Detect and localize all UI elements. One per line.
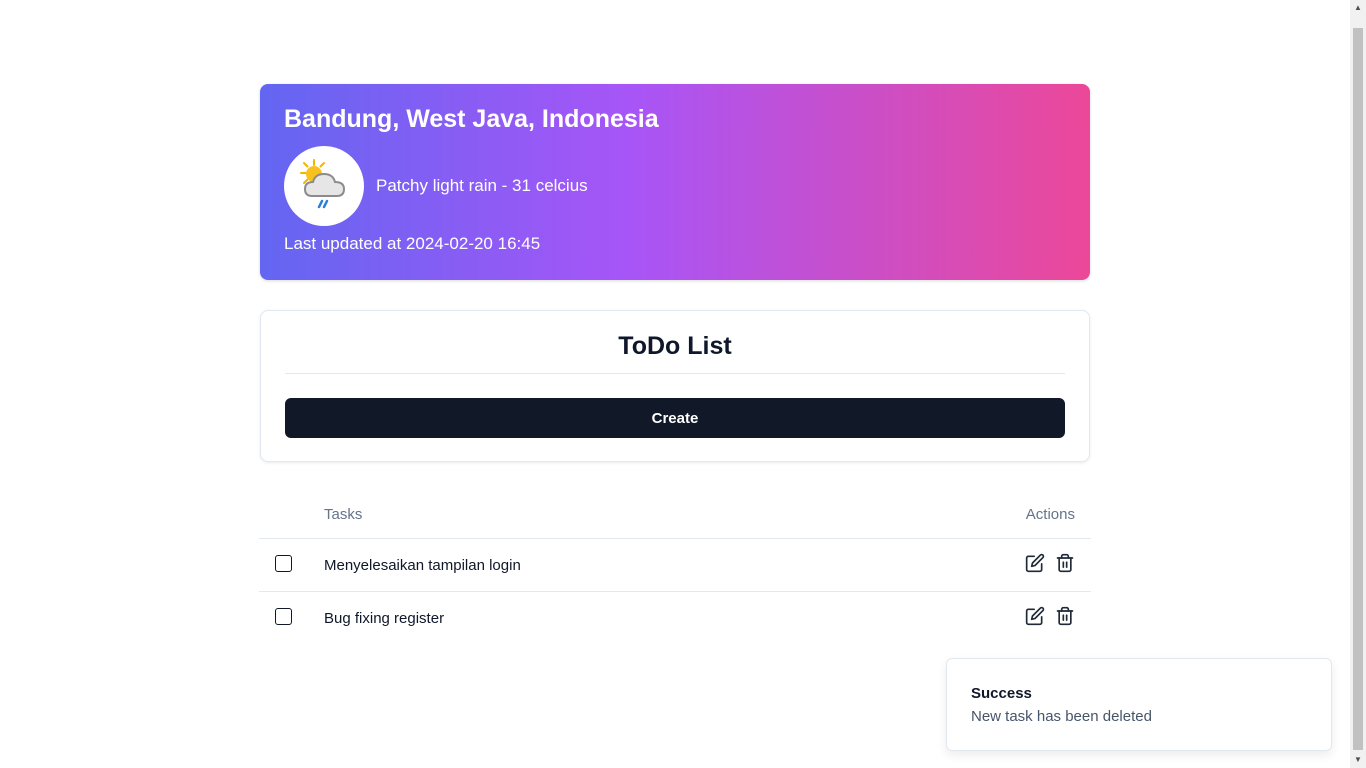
weather-row: Patchy light rain - 31 celcius bbox=[284, 146, 1066, 226]
table-row: Menyelesaikan tampilan login bbox=[259, 538, 1091, 592]
row-check-cell bbox=[259, 538, 324, 592]
row-actions bbox=[935, 538, 1091, 592]
weather-icon-container bbox=[284, 146, 364, 226]
row-actions bbox=[935, 592, 1091, 645]
patchy-rain-icon bbox=[300, 159, 346, 209]
table-row: Bug fixing register bbox=[259, 592, 1091, 645]
scrollbar-thumb[interactable] bbox=[1353, 28, 1363, 750]
header-check bbox=[259, 490, 324, 539]
header-tasks: Tasks bbox=[324, 490, 935, 539]
scroll-down-arrow-icon[interactable]: ▼ bbox=[1350, 752, 1366, 768]
toast-message: New task has been deleted bbox=[971, 708, 1152, 725]
task-table: Tasks Actions Menyelesaikan tampilan log… bbox=[259, 490, 1091, 644]
trash-icon[interactable] bbox=[1055, 605, 1075, 631]
task-checkbox[interactable] bbox=[275, 608, 292, 626]
toast-notification: Success New task has been deleted bbox=[946, 658, 1332, 751]
create-button[interactable]: Create bbox=[285, 398, 1065, 438]
trash-icon[interactable] bbox=[1055, 552, 1075, 578]
edit-icon[interactable] bbox=[1025, 553, 1045, 577]
task-name: Bug fixing register bbox=[324, 609, 445, 627]
edit-icon[interactable] bbox=[1025, 606, 1045, 630]
vertical-scrollbar[interactable]: ▲ ▼ bbox=[1350, 0, 1366, 768]
task-checkbox[interactable] bbox=[275, 555, 292, 573]
row-check-cell bbox=[259, 592, 324, 645]
weather-description: Patchy light rain - 31 celcius bbox=[376, 176, 588, 195]
todo-title: ToDo List bbox=[285, 311, 1065, 374]
task-name: Menyelesaikan tampilan login bbox=[324, 538, 935, 592]
table-header-row: Tasks Actions bbox=[259, 490, 1091, 539]
scroll-up-arrow-icon[interactable]: ▲ bbox=[1350, 0, 1366, 16]
toast-title: Success bbox=[971, 685, 1032, 702]
weather-card: Bandung, West Java, Indonesia Patchy lig… bbox=[260, 84, 1090, 280]
weather-last-updated: Last updated at 2024-02-20 16:45 bbox=[284, 234, 541, 253]
header-actions: Actions bbox=[935, 490, 1091, 539]
todo-card: ToDo List Create bbox=[260, 310, 1090, 462]
weather-location: Bandung, West Java, Indonesia bbox=[284, 105, 659, 133]
